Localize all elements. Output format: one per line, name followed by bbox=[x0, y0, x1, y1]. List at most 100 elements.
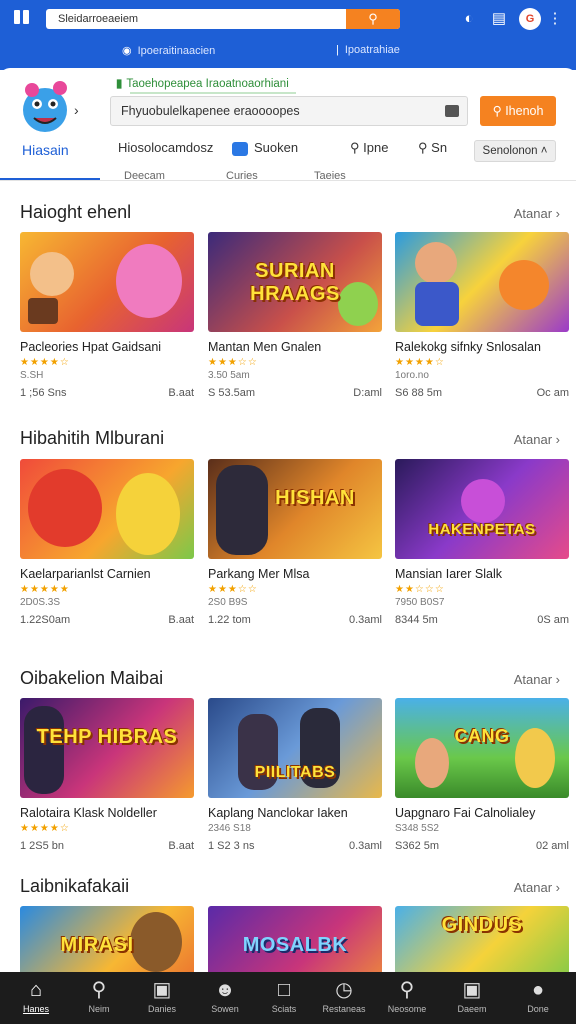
square-icon: □ bbox=[277, 979, 291, 1001]
game-meta: 2346 S18 bbox=[208, 823, 251, 834]
game-title: Uapgnaro Fai Calnolialey bbox=[395, 806, 536, 820]
chevron-right-icon: › bbox=[555, 672, 560, 687]
bottom-nav-stats[interactable]: □ Sciats bbox=[254, 978, 314, 1014]
game-meta: 3.50 5am bbox=[208, 370, 250, 381]
tab-profile[interactable]: ⚲ Sn bbox=[418, 140, 447, 156]
profile-icon[interactable]: G bbox=[519, 8, 541, 30]
bottom-nav-label: Done bbox=[527, 1004, 549, 1014]
rating-stars: ★★★★★ bbox=[20, 584, 70, 595]
sort-dropdown[interactable]: Senolonon ˄ bbox=[474, 140, 556, 162]
browser-tab[interactable]: ◉ Ipoeraitinaacien bbox=[122, 44, 215, 57]
bottom-nav-label: Sowen bbox=[211, 1004, 239, 1014]
game-banner-text: MOSALBK bbox=[242, 934, 348, 956]
see-all-link[interactable]: Atanar › bbox=[514, 432, 560, 447]
game-title: Kaplang Nanclokar Iaken bbox=[208, 806, 348, 820]
tab-search[interactable]: ⚲ Ipne bbox=[350, 140, 388, 156]
see-all-label: Atanar bbox=[513, 672, 553, 687]
game-title: Parkang Mer Mlsa bbox=[208, 567, 310, 581]
game-banner-text: PIILITABS bbox=[254, 764, 336, 781]
search-input[interactable]: Fhyuobulelkapenee eraoooopes bbox=[110, 96, 468, 126]
game-size: Oc am bbox=[536, 387, 569, 399]
bottom-nav-discover[interactable]: ⚲ Neosome bbox=[377, 978, 437, 1014]
game-stat: S362 5m bbox=[395, 840, 440, 852]
settings-icon[interactable]: ◐ bbox=[458, 8, 480, 30]
address-text: Sleidarroeaeiem bbox=[58, 13, 139, 25]
bottom-nav-label: Neim bbox=[88, 1004, 110, 1014]
user-icon: ☻ bbox=[214, 979, 236, 1001]
address-bar[interactable]: Sleidarroeaeiem ⚲ bbox=[46, 9, 400, 29]
game-title: Ralotaira Klask Noldeller bbox=[20, 806, 157, 820]
bottom-nav-account[interactable]: ● Done bbox=[508, 978, 568, 1014]
game-meta: 7950 B0S7 bbox=[395, 597, 445, 608]
game-card[interactable]: CANG Uapgnaro Fai Calnolialey S348 5S2 S… bbox=[395, 698, 569, 854]
bottom-nav-devices[interactable]: ▣ Danies bbox=[132, 978, 192, 1014]
tab-label: Sn bbox=[431, 140, 448, 155]
game-thumbnail: GINDUS bbox=[395, 906, 569, 972]
game-card[interactable]: HISHAN Parkang Mer Mlsa ★★★☆☆ 2S0 B9S 1.… bbox=[208, 459, 382, 628]
see-all-link[interactable]: Atanar › bbox=[514, 672, 560, 687]
game-title: Mantan Men Gnalen bbox=[208, 340, 322, 354]
search-icon: ⚲ bbox=[399, 979, 415, 1001]
rating-stars: ★★★★☆ bbox=[395, 357, 445, 368]
bottom-nav-home[interactable]: ⌂ Hanes bbox=[6, 978, 66, 1014]
bottom-nav-label: Daeem bbox=[457, 1004, 487, 1014]
game-card[interactable]: Ralekokg sifnky Snlosalan ★★★★☆ 1oro.no … bbox=[395, 232, 569, 401]
tab-home[interactable]: Hiasain bbox=[22, 142, 69, 158]
bottom-nav-label: Hanes bbox=[22, 1004, 49, 1014]
see-all-link[interactable]: Atanar › bbox=[514, 880, 560, 895]
card-footer: 1.22S0am B.aat bbox=[20, 614, 194, 628]
rating-stars: ★★★☆☆ bbox=[208, 357, 258, 368]
see-all-link[interactable]: Atanar › bbox=[514, 206, 560, 221]
game-thumbnail bbox=[395, 232, 569, 332]
bottom-nav-search[interactable]: ⚲ Neim bbox=[69, 978, 129, 1014]
game-stat: 1 2S5 bn bbox=[20, 840, 65, 852]
game-thumbnail: HISHAN bbox=[208, 459, 382, 559]
game-size: 0.3aml bbox=[348, 614, 382, 626]
card-footer: 1 2S5 bn B.aat bbox=[20, 840, 194, 854]
chevron-right-icon[interactable]: › bbox=[74, 102, 79, 118]
game-size: B.aat bbox=[168, 840, 194, 852]
game-stat: 1 S2 3 ns bbox=[208, 840, 255, 852]
notice-underline bbox=[130, 92, 296, 94]
search-button[interactable]: ⚲ Ihenoh bbox=[480, 96, 556, 126]
game-card[interactable]: MIRASI bbox=[20, 906, 194, 972]
game-stat: 1.22 tom bbox=[208, 614, 251, 626]
game-card[interactable]: HAKENPETAS Mansian Iarer Slalk ★★☆☆☆ 795… bbox=[395, 459, 569, 628]
game-card[interactable]: SURIAN HRAAGS Mantan Men Gnalen ★★★☆☆ 3.… bbox=[208, 232, 382, 401]
game-card[interactable]: Kaelarparianlst Carnien ★★★★★ 2D0S.3S 1.… bbox=[20, 459, 194, 628]
game-card[interactable]: TEHP HIBRAS Ralotaira Klask Noldeller ★★… bbox=[20, 698, 194, 854]
rating-stars: ★★★★☆ bbox=[20, 357, 70, 368]
browser-toolbar: Sleidarroeaeiem ⚲ ◐ ▤ G ⋮ ◉ Ipoeraitinaac… bbox=[0, 0, 576, 70]
game-card[interactable]: MOSALBK bbox=[208, 906, 382, 972]
tab-categories[interactable]: Hiosolocamdosz bbox=[118, 140, 213, 155]
game-card[interactable]: GINDUS bbox=[395, 906, 569, 972]
card-footer: S362 5m 02 aml bbox=[395, 840, 569, 854]
game-title: Ralekokg sifnky Snlosalan bbox=[395, 340, 541, 354]
search-icon[interactable]: ⚲ bbox=[346, 9, 400, 29]
browser-tab[interactable]: | Ipoatrahiae bbox=[336, 44, 400, 56]
share-icon[interactable]: ▤ bbox=[488, 8, 510, 30]
game-card[interactable]: PIILITABS Kaplang Nanclokar Iaken 2346 S… bbox=[208, 698, 382, 854]
game-card[interactable]: Pacleories Hpat Gaidsani ★★★★☆ S.SH 1 ;5… bbox=[20, 232, 194, 401]
section-title: Laibnikafakaii bbox=[20, 876, 130, 896]
kebab-menu-icon[interactable]: ⋮ bbox=[547, 8, 563, 30]
notice-banner[interactable]: ▮ Taoehopeapea Iraoatnoaorhiani bbox=[116, 76, 289, 90]
game-stat: 1 ;56 Sns bbox=[20, 387, 67, 399]
rating-stars: ★★★☆☆ bbox=[208, 584, 258, 595]
game-title: Mansian Iarer Slalk bbox=[395, 567, 502, 581]
card-footer: 1.22 tom 0.3aml bbox=[208, 614, 382, 628]
section-title: Oibakelion Maibai bbox=[20, 668, 164, 688]
bottom-nav-label: Neosome bbox=[387, 1004, 427, 1014]
menu-icon[interactable] bbox=[14, 10, 34, 28]
tablet-icon: ▣ bbox=[462, 979, 482, 1001]
game-meta: S348 5S2 bbox=[395, 823, 439, 834]
bottom-nav-label: Restaneas bbox=[322, 1004, 366, 1014]
tab-label: Suoken bbox=[254, 140, 299, 155]
bottom-nav-user[interactable]: ☻ Sowen bbox=[195, 978, 255, 1014]
bottom-nav-library[interactable]: ▣ Daeem bbox=[442, 978, 502, 1014]
keyboard-icon[interactable] bbox=[445, 105, 459, 117]
bottom-nav-recent[interactable]: ◷ Restaneas bbox=[314, 978, 374, 1014]
browser-tab-label: Ipoatrahiae bbox=[344, 44, 400, 56]
tab-stickers[interactable]: Suoken bbox=[232, 140, 298, 156]
section-title: Haioght ehenl bbox=[20, 202, 132, 222]
